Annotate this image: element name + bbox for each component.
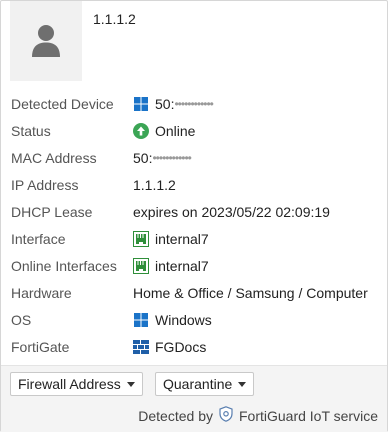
- shield-icon: [219, 406, 233, 425]
- interface-label: Interface: [11, 230, 66, 247]
- interface-name: internal7: [155, 230, 209, 247]
- row-ip-address: IP Address 1.1.1.2: [11, 171, 383, 198]
- row-os: OS Windows: [11, 306, 383, 333]
- online-arrow-up-icon: [133, 122, 149, 139]
- footer-bar: Firewall Address Quarantine Detected by …: [1, 366, 387, 432]
- quarantine-button[interactable]: Quarantine: [155, 372, 255, 396]
- chevron-down-icon: [126, 381, 135, 387]
- row-detected-device: Detected Device 50: ••••••••••••: [11, 90, 383, 117]
- row-mac-address: MAC Address 50: ••••••••••••: [11, 144, 383, 171]
- chevron-down-icon: [238, 381, 247, 387]
- redacted-mac: ••••••••••••: [152, 150, 191, 165]
- fortigate-icon: [133, 339, 149, 355]
- avatar: [10, 1, 82, 81]
- fortigate-label: FortiGate: [11, 338, 70, 355]
- windows-icon: [133, 96, 149, 112]
- row-dhcp-lease: DHCP Lease expires on 2023/05/22 02:09:1…: [11, 198, 383, 225]
- detected-device-value[interactable]: 50: ••••••••••••: [133, 95, 214, 112]
- hardware-value: Home & Office / Samsung / Computer: [133, 284, 368, 301]
- dhcp-lease-label: DHCP Lease: [11, 203, 93, 220]
- online-interfaces-label: Online Interfaces: [11, 257, 117, 274]
- row-fortigate: FortiGate FGDocs: [11, 333, 383, 360]
- status-value: Online: [133, 122, 196, 139]
- os-name: Windows: [155, 311, 212, 328]
- mac-address-label: MAC Address: [11, 149, 97, 166]
- quarantine-label: Quarantine: [163, 376, 233, 392]
- mac-address-value: 50: ••••••••••••: [133, 149, 192, 166]
- status-label: Status: [11, 122, 51, 139]
- details-list: Detected Device 50: •••••••••••• Status …: [11, 90, 383, 360]
- fortigate-value[interactable]: FGDocs: [133, 339, 206, 355]
- ethernet-port-icon: [133, 257, 149, 274]
- dhcp-lease-value: expires on 2023/05/22 02:09:19: [133, 203, 330, 220]
- windows-icon: [133, 312, 149, 328]
- interface-value[interactable]: internal7: [133, 230, 209, 247]
- service-name: FortiGuard IoT service: [238, 407, 378, 424]
- hardware-label: Hardware: [11, 284, 72, 301]
- user-silhouette-icon: [32, 25, 60, 57]
- row-status: Status Online: [11, 117, 383, 144]
- os-value: Windows: [133, 312, 212, 328]
- ip-address-label: IP Address: [11, 176, 79, 193]
- row-interface: Interface internal7: [11, 225, 383, 252]
- firewall-address-button[interactable]: Firewall Address: [10, 372, 143, 396]
- firewall-address-label: Firewall Address: [18, 376, 121, 392]
- detected-by-text: Detected by: [138, 407, 213, 424]
- mac-prefix: 50:: [133, 149, 153, 166]
- os-label: OS: [11, 311, 32, 328]
- status-text: Online: [155, 122, 196, 139]
- ethernet-port-icon: [133, 230, 149, 247]
- fortigate-name: FGDocs: [155, 338, 207, 355]
- detected-by: Detected by FortiGuard IoT service: [138, 406, 378, 425]
- device-title: 1.1.1.2: [93, 11, 136, 27]
- row-hardware: Hardware Home & Office / Samsung / Compu…: [11, 279, 383, 306]
- detected-device-mac-prefix: 50:: [155, 95, 175, 112]
- online-interfaces-value[interactable]: internal7: [133, 257, 209, 274]
- device-details-panel: 1.1.1.2 Detected Device 50: ••••••••••••…: [0, 0, 388, 432]
- ip-address-value: 1.1.1.2: [133, 176, 176, 193]
- online-interface-name: internal7: [155, 257, 209, 274]
- row-online-interfaces: Online Interfaces internal7: [11, 252, 383, 279]
- detected-device-label: Detected Device: [11, 95, 114, 112]
- redacted-mac: ••••••••••••: [174, 96, 213, 111]
